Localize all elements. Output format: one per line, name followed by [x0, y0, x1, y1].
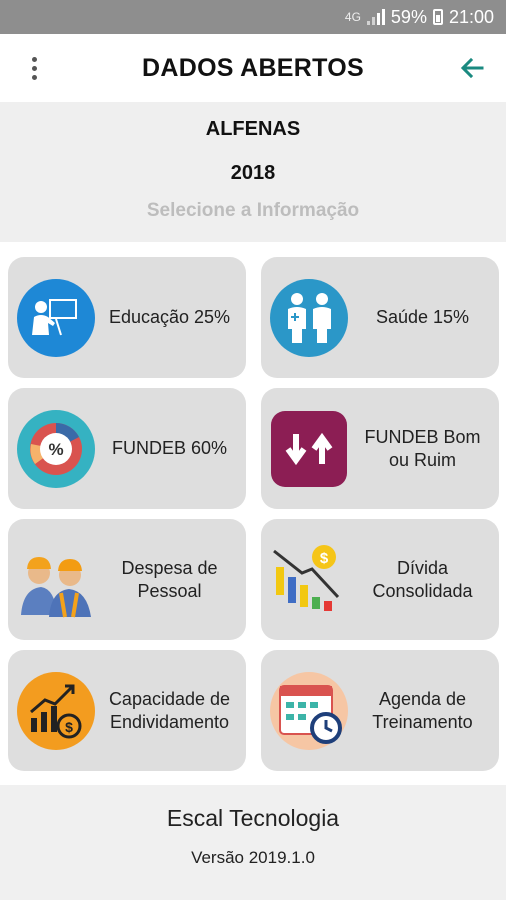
app-title: DADOS ABERTOS	[142, 53, 364, 82]
city-name: ALFENAS	[205, 118, 301, 140]
card-educacao[interactable]: Educação 25%	[8, 257, 246, 378]
card-capacidade-endividamento[interactable]: $ Capacidade de Endividamento	[8, 650, 246, 771]
footer: Escal Tecnologia Versão 2019.1.0	[0, 785, 506, 900]
workers-icon	[21, 556, 91, 617]
card-fundeb-bom-ruim[interactable]: FUNDEB Bom ou Ruim	[261, 388, 499, 509]
svg-text:$: $	[65, 719, 73, 735]
svg-text:%: %	[48, 440, 63, 459]
card-saude[interactable]: Saúde 15%	[261, 257, 499, 378]
signal-icon	[366, 9, 385, 25]
company-name: Escal Tecnologia	[166, 805, 340, 831]
menu-grid: Educação 25% Saúde 15% % FUNDEB 60% FUND…	[0, 242, 506, 785]
year: 2018	[230, 162, 276, 184]
card-label: Capacidade de Endividamento	[108, 688, 231, 732]
app-version: Versão 2019.1.0	[191, 848, 315, 867]
up-down-arrows-icon	[271, 410, 347, 487]
app-bar: DADOS ABERTOS	[0, 34, 506, 102]
header: ALFENAS 2018 Selecione a Informação	[0, 102, 506, 242]
doctors-icon	[270, 278, 348, 357]
card-label: FUNDEB Bom ou Ruim	[364, 426, 481, 470]
card-label: Dívida Consolidada	[372, 557, 473, 601]
network-type: 4G	[344, 10, 361, 24]
card-label: Saúde 15%	[375, 307, 470, 327]
svg-text:$: $	[320, 550, 329, 567]
calendar-clock-icon	[270, 671, 348, 750]
clock: 21:00	[448, 6, 494, 27]
status-bar: 4G 59% 21:00	[0, 0, 506, 34]
battery-icon	[432, 9, 443, 25]
card-label: Agenda de Treinamento	[372, 688, 473, 732]
select-hint: Selecione a Informação	[146, 200, 360, 221]
card-divida-consolidada[interactable]: $ Dívida Consolidada	[261, 519, 499, 640]
card-fundeb-60[interactable]: % FUNDEB 60%	[8, 388, 246, 509]
battery-percent: 59%	[390, 6, 427, 27]
card-despesa-pessoal[interactable]: Despesa de Pessoal	[8, 519, 246, 640]
card-label: Educação 25%	[108, 307, 231, 327]
arrow-left-icon[interactable]	[456, 52, 488, 84]
card-agenda-treinamento[interactable]: Agenda de Treinamento	[261, 650, 499, 771]
growth-money-icon: $	[17, 671, 95, 750]
card-label: Despesa de Pessoal	[121, 557, 218, 601]
teacher-icon	[17, 278, 95, 357]
more-vert-icon[interactable]	[20, 52, 48, 84]
card-label: FUNDEB 60%	[111, 438, 228, 458]
percent-chart-icon: %	[17, 409, 95, 488]
debt-chart-icon: $	[273, 544, 340, 611]
